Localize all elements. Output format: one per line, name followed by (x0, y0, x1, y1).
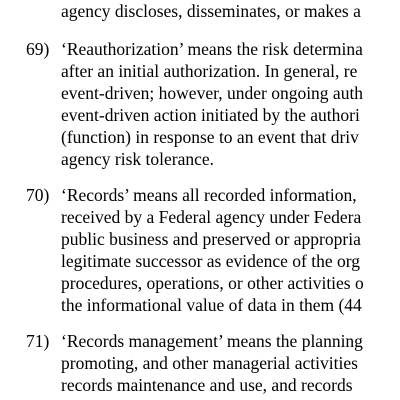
list-item-text-line: received by a Federal agency under Feder… (61, 207, 362, 227)
paragraph-fragment-line: agency discloses, disseminates, or makes… (61, 1, 361, 21)
list-item-text-line: ‘Records’ means all recorded information… (61, 185, 357, 205)
list-item-text-line: procedures, operations, or other activit… (61, 273, 364, 293)
list-item-text-line: promoting, and other managerial activiti… (61, 353, 358, 373)
list-item-text-line: the informational value of data in them … (61, 295, 362, 315)
list-item-text-line: ‘Reauthorization’ means the risk determi… (61, 39, 363, 59)
list-item-number: 70) (26, 185, 50, 205)
list-item-text-line: event-driven; however, under ongoing aut… (61, 83, 364, 103)
list-item-text-line: after an initial authorization. In gener… (61, 61, 358, 81)
list-item-text-line: agency risk tolerance. (61, 149, 215, 169)
list-item-text-line: (function) in response to an event that … (61, 127, 359, 147)
list-item-text-line: event-driven action initiated by the aut… (61, 105, 360, 125)
list-item-text-line: legitimate successor as evidence of the … (61, 251, 361, 271)
list-item-text-line: public business and preserved or appropr… (61, 229, 361, 249)
list-item-text-line: records maintenance and use, and records (61, 375, 353, 395)
list-item-number: 69) (26, 39, 50, 59)
document-page: agency discloses, disseminates, or makes… (0, 0, 400, 400)
list-item-number: 71) (26, 331, 50, 351)
list-item-text-line: ‘Records management’ means the planning (61, 331, 363, 351)
